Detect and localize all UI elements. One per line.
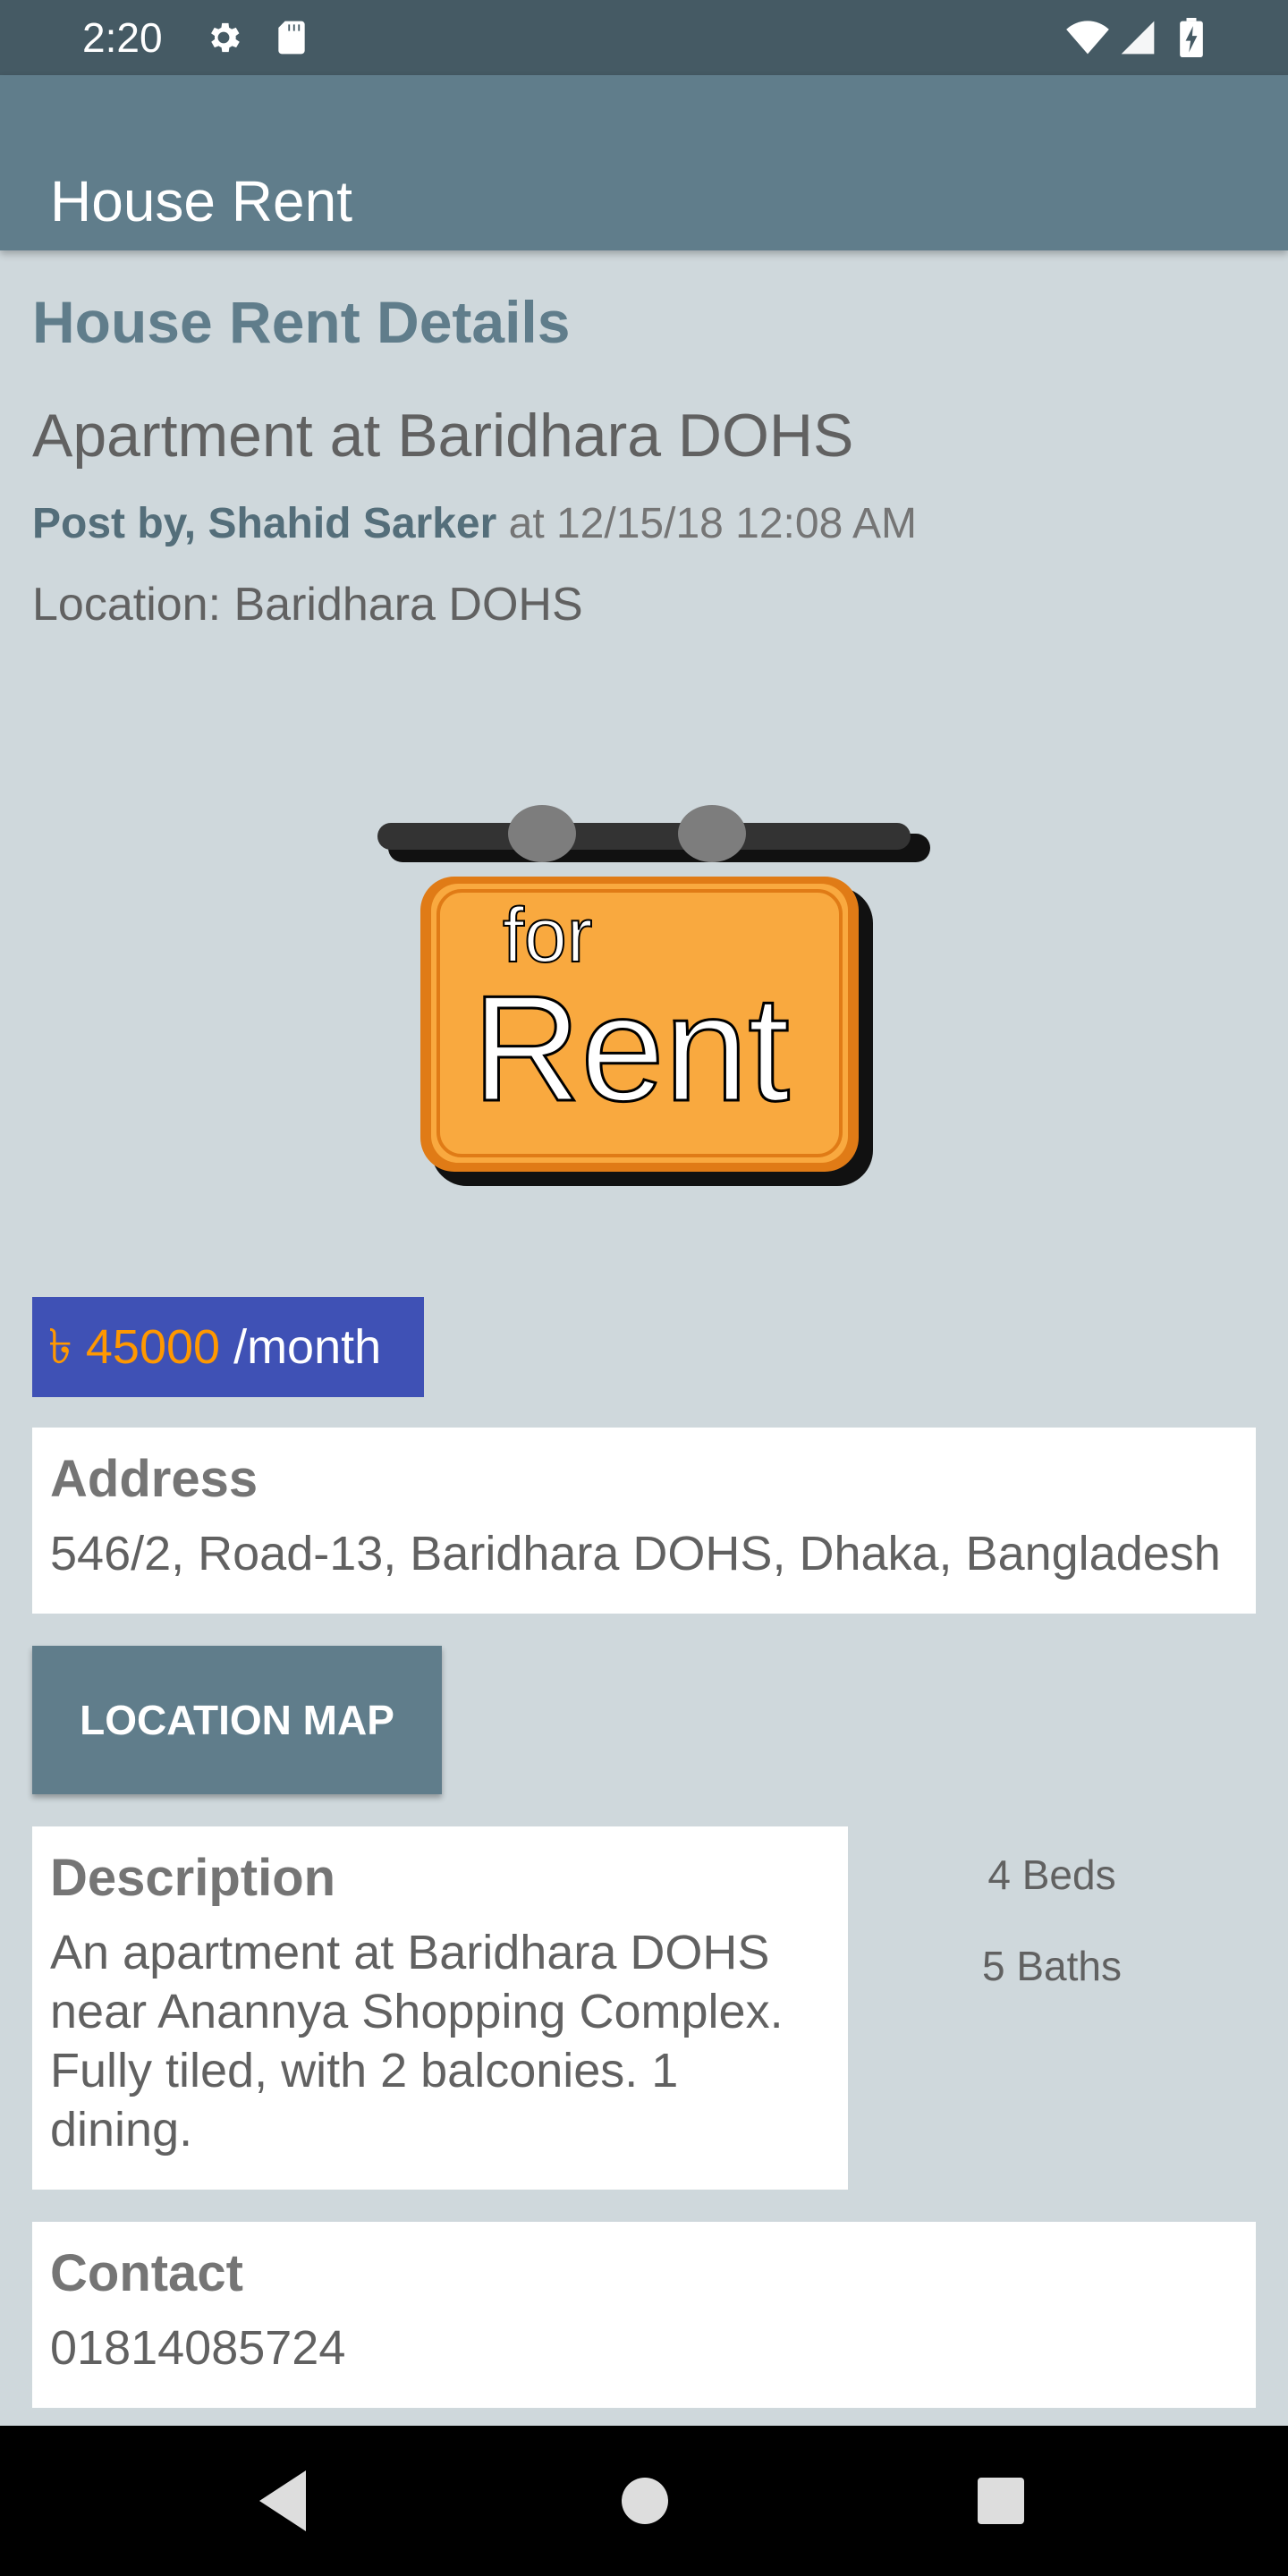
status-time: 2:20 [82,14,163,61]
posted-at: at 12/15/18 12:08 AM [496,500,917,547]
battery-charging-icon [1180,18,1203,57]
system-nav-bar [0,2426,1288,2576]
app-title: House Rent [50,168,352,233]
listing-title: Apartment at Baridhara DOHS [32,402,854,470]
contact-card: Contact 01814085724 [32,2222,1256,2408]
price-amount: ৳ 45000 [48,1320,221,1374]
address-value: 546/2, Road-13, Baridhara DOHS, Dhaka, B… [50,1527,1221,1580]
beds-count: 4 Beds [987,1852,1116,1898]
listing-location: Location: Baridhara DOHS [32,579,583,631]
recents-icon[interactable] [970,2465,1032,2537]
price-period: /month [220,1320,382,1374]
gear-icon [211,22,240,53]
contact-label: Contact [50,2244,243,2302]
sd-card-icon [278,21,305,55]
description-value: An apartment at Baridhara DOHS near Anan… [50,1926,784,2157]
description-card: Description An apartment at Baridhara DO… [32,1826,848,2190]
section-title: House Rent Details [32,289,571,355]
sign-text-rent: Rent [472,964,790,1132]
contact-value[interactable]: 01814085724 [50,2318,1238,2377]
home-icon[interactable] [614,2465,676,2537]
cell-signal-icon [1121,21,1155,55]
for-rent-sign-image: for Rent [376,778,948,1190]
price-badge: ৳ 45000 /month [32,1297,424,1397]
address-label: Address [50,1450,258,1508]
description-label: Description [50,1849,336,1907]
room-stats: 4 Beds 5 Baths [894,1843,1209,2025]
app-bar: House Rent [0,75,1288,250]
status-bar: 2:20 [0,0,1288,75]
baths-count: 5 Baths [982,1943,1122,1989]
wifi-icon [1066,21,1109,55]
address-card: Address 546/2, Road-13, Baridhara DOHS, … [32,1428,1256,1614]
location-map-button[interactable]: LOCATION MAP [32,1646,442,1794]
posted-by-label: Post by, Shahid Sarker [32,500,497,547]
back-icon[interactable] [252,2465,315,2537]
posted-by: Post by, Shahid Sarker at 12/15/18 12:08… [32,499,917,548]
